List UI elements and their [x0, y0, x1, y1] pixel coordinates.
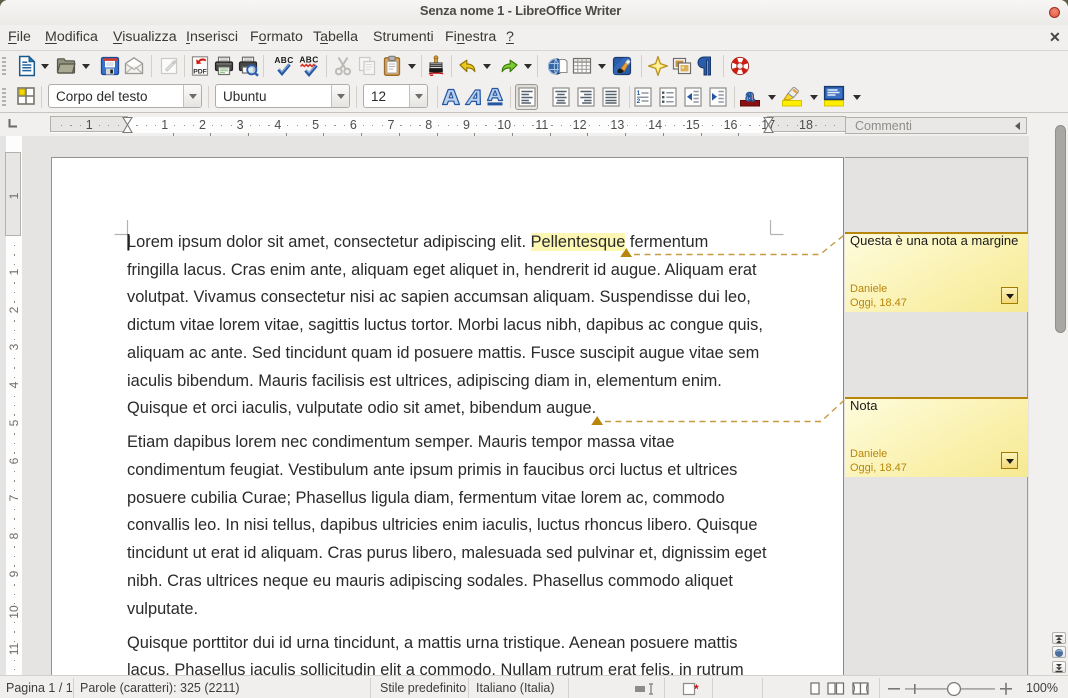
svg-text:a: a [746, 88, 755, 105]
svg-text:1: 1 [637, 90, 641, 97]
svg-text:PDF: PDF [193, 69, 207, 76]
svg-text:ABC: ABC [299, 55, 318, 65]
svg-text:2: 2 [637, 98, 641, 105]
svg-text:ABC: ABC [274, 55, 293, 65]
svg-text:*: * [694, 682, 699, 696]
